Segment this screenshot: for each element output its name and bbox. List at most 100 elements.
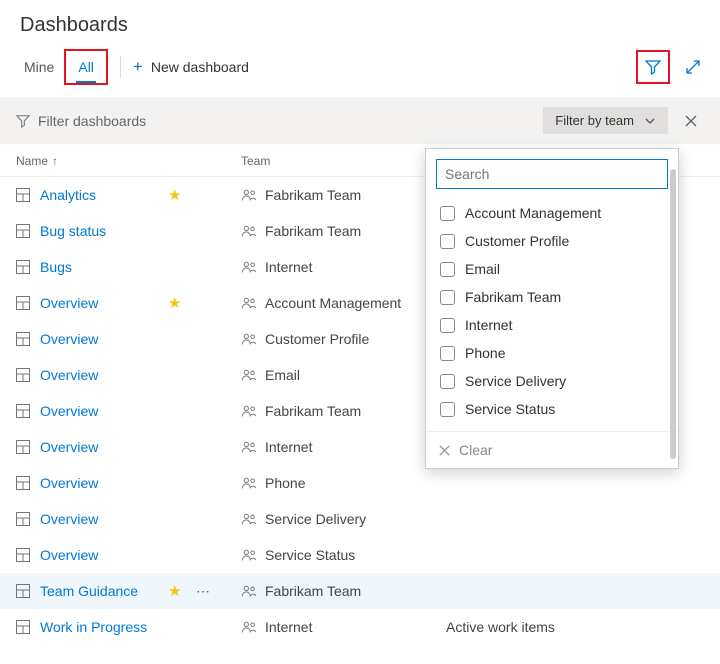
divider	[120, 56, 121, 78]
team-name: Fabrikam Team	[265, 403, 361, 419]
cell-name: Overview	[16, 439, 241, 455]
new-dashboard-button[interactable]: + New dashboard	[133, 57, 249, 77]
team-option-label: Service Delivery	[465, 373, 566, 389]
table-row[interactable]: Work in ProgressInternetActive work item…	[0, 609, 720, 645]
dashboard-link[interactable]: Overview	[40, 511, 98, 527]
checkbox[interactable]	[440, 290, 455, 305]
dashboard-icon	[16, 584, 30, 598]
people-icon	[241, 476, 257, 490]
close-filter-button[interactable]	[678, 110, 704, 132]
cell-team: Email	[241, 367, 446, 383]
star-icon[interactable]: ★	[168, 186, 181, 204]
dashboard-link[interactable]: Team Guidance	[40, 583, 138, 599]
checkbox[interactable]	[440, 206, 455, 221]
column-team[interactable]: Team	[241, 154, 446, 168]
tab-mine[interactable]: Mine	[14, 53, 64, 81]
dashboard-link[interactable]: Overview	[40, 439, 98, 455]
funnel-icon	[645, 59, 661, 75]
team-option[interactable]: Service Delivery	[436, 367, 668, 395]
team-option[interactable]: Internet	[436, 311, 668, 339]
dashboard-link[interactable]: Analytics	[40, 187, 96, 203]
dashboard-link[interactable]: Work in Progress	[40, 619, 147, 635]
filter-dashboards-input[interactable]: Filter dashboards	[16, 113, 533, 129]
tab-group: Mine All	[14, 49, 108, 85]
dashboard-link[interactable]: Overview	[40, 331, 98, 347]
cell-description: Active work items	[446, 619, 704, 635]
people-icon	[241, 404, 257, 418]
table-row[interactable]: Overview Service Status	[0, 537, 720, 573]
tab-all[interactable]: All	[68, 53, 104, 81]
team-name: Service Delivery	[265, 511, 366, 527]
column-name[interactable]: Name ↑	[16, 154, 241, 168]
cell-team: Service Status	[241, 547, 446, 563]
dashboard-icon	[16, 548, 30, 562]
checkbox[interactable]	[440, 374, 455, 389]
cell-name: Analytics ★	[16, 187, 241, 203]
checkbox[interactable]	[440, 346, 455, 361]
dashboard-icon	[16, 224, 30, 238]
checkbox[interactable]	[440, 234, 455, 249]
cell-team: Account Management	[241, 295, 446, 311]
scrollbar[interactable]	[670, 169, 676, 459]
checkbox[interactable]	[440, 318, 455, 333]
cell-name: Overview	[16, 547, 241, 563]
more-actions-button[interactable]: ⋯	[196, 583, 211, 600]
team-option[interactable]: Service Status	[436, 395, 668, 423]
team-option[interactable]: Fabrikam Team	[436, 283, 668, 311]
team-name: Account Management	[265, 295, 401, 311]
team-name: Internet	[265, 259, 312, 275]
cell-team: Service Delivery	[241, 511, 446, 527]
team-option[interactable]: Email	[436, 255, 668, 283]
dashboard-icon	[16, 296, 30, 310]
filter-bar: Filter dashboards Filter by team	[0, 97, 720, 144]
sort-asc-icon: ↑	[52, 154, 58, 168]
dashboard-link[interactable]: Overview	[40, 295, 98, 311]
dashboard-icon	[16, 332, 30, 346]
cell-name: Overview	[16, 475, 241, 491]
team-search-input[interactable]	[436, 159, 668, 189]
team-name: Fabrikam Team	[265, 187, 361, 203]
cell-team: Fabrikam Team	[241, 187, 446, 203]
dashboard-link[interactable]: Overview	[40, 403, 98, 419]
expand-icon	[685, 59, 701, 75]
dashboard-icon	[16, 440, 30, 454]
star-icon[interactable]: ★	[168, 294, 181, 312]
people-icon	[241, 332, 257, 346]
team-option-label: Fabrikam Team	[465, 289, 561, 305]
table-row[interactable]: Overview Service Delivery	[0, 501, 720, 537]
team-option-label: Account Management	[465, 205, 601, 221]
team-option[interactable]: Customer Profile	[436, 227, 668, 255]
team-option[interactable]: Account Management	[436, 199, 668, 227]
dashboard-link[interactable]: Bugs	[40, 259, 72, 275]
dashboard-icon	[16, 512, 30, 526]
column-name-label: Name	[16, 154, 48, 168]
table-row[interactable]: Overview Phone	[0, 465, 720, 501]
checkbox[interactable]	[440, 402, 455, 417]
filter-by-team-dropdown: Account Management Customer ProfileEmail F…	[425, 148, 679, 469]
table-row[interactable]: Team Guidance ★ ⋯ Fabrikam Team	[0, 573, 720, 609]
checkbox[interactable]	[440, 262, 455, 277]
dashboard-link[interactable]: Overview	[40, 367, 98, 383]
dashboard-link[interactable]: Bug status	[40, 223, 106, 239]
dashboard-icon	[16, 188, 30, 202]
filter-by-team-button[interactable]: Filter by team	[543, 107, 668, 134]
team-name: Internet	[265, 439, 312, 455]
filter-icon-button[interactable]	[640, 54, 666, 80]
cell-team: Fabrikam Team	[241, 583, 446, 599]
cell-name: Overview	[16, 367, 241, 383]
close-icon	[684, 114, 698, 128]
filter-placeholder: Filter dashboards	[38, 113, 146, 129]
cell-name: Overview	[16, 331, 241, 347]
star-icon[interactable]: ★	[168, 582, 181, 600]
dashboard-icon	[16, 368, 30, 382]
clear-filter-button[interactable]: Clear	[426, 431, 678, 468]
team-name: Email	[265, 367, 300, 383]
people-icon	[241, 188, 257, 202]
dashboard-link[interactable]: Overview	[40, 475, 98, 491]
team-option[interactable]: Phone	[436, 339, 668, 367]
cell-team: Phone	[241, 475, 446, 491]
dashboard-link[interactable]: Overview	[40, 547, 98, 563]
plus-icon: +	[133, 57, 143, 77]
fullscreen-button[interactable]	[680, 54, 706, 80]
people-icon	[241, 584, 257, 598]
